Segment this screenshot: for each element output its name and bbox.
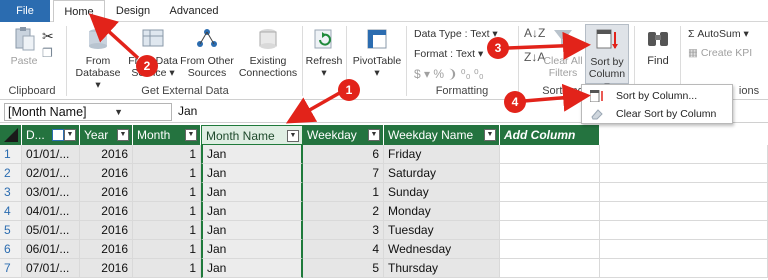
callout-4: 4 — [504, 91, 526, 113]
arrow-2 — [88, 13, 140, 60]
arrow-4 — [523, 83, 591, 112]
callout-1: 1 — [338, 79, 360, 101]
callout-3: 3 — [487, 37, 509, 59]
annotation-arrows — [88, 13, 591, 124]
arrow-1 — [285, 89, 344, 124]
callout-2: 2 — [136, 55, 158, 77]
arrow-3 — [507, 31, 591, 60]
